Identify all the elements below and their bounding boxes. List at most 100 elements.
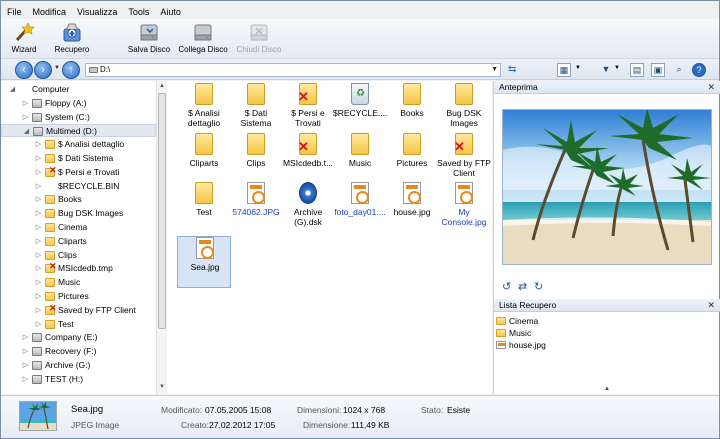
panel-toggle-icon[interactable]: ▤ [630, 63, 644, 77]
save-icon[interactable]: ▣ [651, 63, 665, 77]
expand-arrow-icon[interactable]: ▷ [35, 180, 42, 193]
expand-arrow-icon[interactable]: ▷ [22, 331, 29, 344]
rotate-left-icon[interactable]: ↺ [502, 280, 511, 293]
menu-modifica[interactable]: Modifica [33, 7, 67, 17]
file-item[interactable]: Clips [229, 133, 283, 185]
expand-arrow-icon[interactable]: ▷ [35, 235, 42, 248]
tree-item[interactable]: ▷ ✕ MSIcdedb.tmp [1, 262, 156, 275]
address-dropdown-icon[interactable]: ▼ [491, 64, 498, 76]
tree-item[interactable]: ▷ Music [1, 276, 156, 289]
tree-item[interactable]: ▷ Company (E:) [1, 331, 156, 344]
tree-item[interactable]: ▷ Cinema [1, 221, 156, 234]
expand-arrow-icon[interactable]: ▷ [35, 249, 42, 262]
file-item[interactable]: $ Dati Sistema [229, 83, 283, 135]
close-preview-icon[interactable]: ✕ [707, 81, 715, 94]
up-folder-button[interactable]: ↑ [62, 61, 80, 79]
expand-arrow-icon[interactable]: ◢ [9, 83, 16, 96]
tree-item[interactable]: ▷ Floppy (A:) [1, 97, 156, 110]
tree-item[interactable]: ▷ Bug DSK Images [1, 207, 156, 220]
filter-icon[interactable]: ▼ [599, 63, 613, 77]
file-item[interactable]: Archive (G).dsk [281, 182, 335, 234]
file-item[interactable]: ✕ MSIcdedb.t... [281, 133, 335, 185]
menu-visualizza[interactable]: Visualizza [77, 7, 117, 17]
file-item[interactable]: $ Analisi dettaglio [177, 83, 231, 135]
file-item[interactable]: house.jpg [385, 182, 439, 234]
salva-disco-button[interactable]: Salva Disco [127, 21, 171, 57]
file-item[interactable]: ✕ Saved by FTP Client [437, 133, 491, 185]
tree-item[interactable]: ▷ Cliparts [1, 235, 156, 248]
file-item[interactable]: ✕ $ Persi e Trovati [281, 83, 335, 135]
scroll-thumb[interactable] [158, 93, 166, 329]
view-mode-icon[interactable]: ▦ [557, 63, 571, 77]
tree-item[interactable]: ▷ $ Analisi dettaglio [1, 138, 156, 151]
expand-arrow-icon[interactable]: ▷ [35, 152, 42, 165]
file-item[interactable]: Cliparts [177, 133, 231, 185]
tree-item[interactable]: ▷ Books [1, 193, 156, 206]
file-item[interactable]: My Console.jpg [437, 182, 491, 234]
expand-arrow-icon[interactable]: ▷ [35, 193, 42, 206]
tree-item[interactable]: ▷ System (C:) [1, 111, 156, 124]
filter-dropdown-icon[interactable]: ▼ [614, 65, 620, 71]
tree-item[interactable]: ◢ Multimed (D:) [1, 124, 156, 138]
file-item[interactable]: Books [385, 83, 439, 135]
address-field[interactable]: D:\ ▼ [85, 63, 501, 77]
back-button[interactable]: ‹ [15, 61, 33, 79]
file-item[interactable]: foto_day01.... [333, 182, 387, 234]
expand-arrow-icon[interactable]: ▷ [35, 318, 42, 331]
forward-button[interactable]: › [34, 61, 52, 79]
rotate-right-icon[interactable]: ↻ [534, 280, 543, 293]
recupero-button[interactable]: Recupero [51, 21, 93, 57]
scroll-down-icon[interactable]: ▼ [159, 384, 165, 390]
expand-arrow-icon[interactable]: ▷ [35, 304, 42, 317]
expand-arrow-icon[interactable]: ▷ [35, 166, 42, 179]
tree-item[interactable]: ▷ ✕ $ Persi e Trovati [1, 165, 156, 179]
close-recovery-list-icon[interactable]: ✕ [707, 299, 715, 312]
expand-arrow-icon[interactable]: ▷ [22, 111, 29, 124]
expand-arrow-icon[interactable]: ▷ [22, 359, 29, 372]
view-mode-dropdown-icon[interactable]: ▼ [575, 65, 581, 71]
expand-arrow-icon[interactable]: ▷ [35, 276, 42, 289]
menu-tools[interactable]: Tools [128, 7, 149, 17]
scroll-up-icon[interactable]: ▲ [159, 83, 165, 89]
collega-disco-button[interactable]: Collega Disco [177, 21, 229, 57]
expand-arrow-icon[interactable]: ▷ [35, 221, 42, 234]
search-icon[interactable]: ⌕ [672, 63, 686, 77]
tree-item[interactable]: ▷ ✕ Saved by FTP Client [1, 303, 156, 317]
expand-arrow-icon[interactable]: ▷ [22, 97, 29, 110]
tree-item[interactable]: ▷ Test [1, 318, 156, 331]
help-icon[interactable]: ? [692, 63, 706, 77]
tree-item[interactable]: ▷ TEST (H:) [1, 373, 156, 386]
tree-item-label: Computer [32, 84, 70, 94]
tree-item[interactable]: ▷ Clips [1, 249, 156, 262]
file-item[interactable]: Pictures [385, 133, 439, 185]
expand-arrow-icon[interactable]: ▷ [35, 207, 42, 220]
file-item[interactable]: Sea.jpg [177, 236, 231, 288]
history-dropdown-icon[interactable]: ▼ [54, 65, 60, 71]
expand-arrow-icon[interactable]: ▷ [35, 138, 42, 151]
file-item[interactable]: Bug DSK Images [437, 83, 491, 135]
tree-item[interactable]: ▷ Pictures [1, 290, 156, 303]
wizard-button[interactable]: Wizard [7, 21, 41, 57]
tree-item[interactable]: ◢ Computer [1, 83, 156, 96]
splitter-arrow-icon[interactable]: ▲ [604, 386, 610, 392]
file-item[interactable]: Test [177, 182, 231, 234]
expand-arrow-icon[interactable]: ▷ [35, 290, 42, 303]
file-item[interactable]: 574062.JPG [229, 182, 283, 234]
drive-icon [32, 98, 42, 108]
menu-aiuto[interactable]: Aiuto [160, 7, 181, 17]
tree-item[interactable]: ▷ Recovery (F:) [1, 345, 156, 358]
refresh-icon[interactable]: ⇆ [508, 64, 516, 75]
expand-arrow-icon[interactable]: ▷ [35, 262, 42, 275]
expand-arrow-icon[interactable]: ▷ [22, 345, 29, 358]
flip-icon[interactable]: ⇄ [518, 280, 527, 293]
tree-item[interactable]: ▷ $ Dati Sistema [1, 152, 156, 165]
expand-arrow-icon[interactable]: ◢ [23, 125, 30, 138]
tree-scrollbar[interactable]: ▲ ▼ [156, 81, 166, 394]
tree-item[interactable]: ▷ Archive (G:) [1, 359, 156, 372]
menu-file[interactable]: File [7, 7, 22, 17]
chiudi-disco-button[interactable]: Chiudi Disco [234, 21, 284, 57]
tree-item[interactable]: ▷ $RECYCLE.BIN [1, 180, 156, 193]
expand-arrow-icon[interactable]: ▷ [22, 373, 29, 386]
file-item[interactable]: Music [333, 133, 387, 185]
file-item[interactable]: ♻ $RECYCLE.... [333, 83, 387, 135]
